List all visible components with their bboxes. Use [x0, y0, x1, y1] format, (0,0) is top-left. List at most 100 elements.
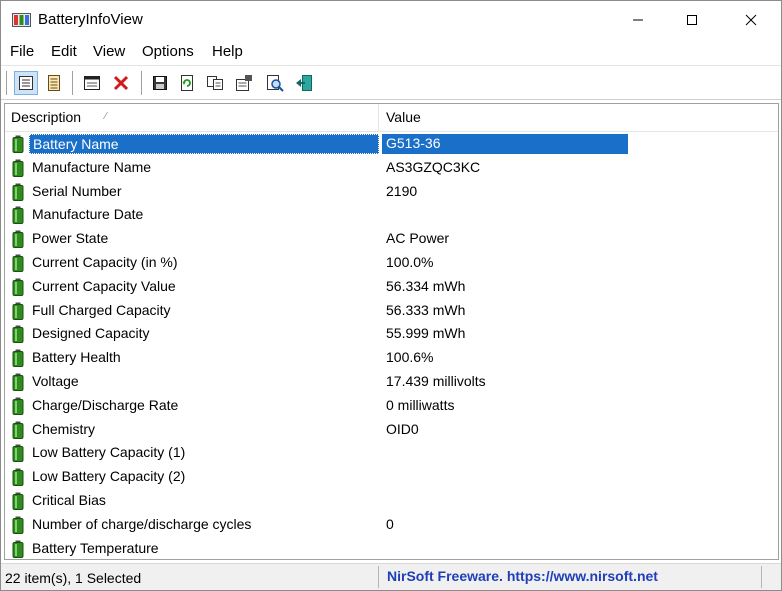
- row-value: 55.999 mWh: [386, 325, 466, 342]
- list-row[interactable]: Manufacture Date: [5, 203, 778, 227]
- battery-icon: [12, 254, 24, 272]
- row-value: OID0: [386, 420, 419, 437]
- delete-button[interactable]: [109, 71, 133, 95]
- column-header-description[interactable]: Description: [11, 109, 81, 125]
- menu-file[interactable]: File: [10, 43, 34, 60]
- row-value: [382, 539, 390, 559]
- battery-icon: [12, 444, 24, 463]
- menu-help[interactable]: Help: [212, 43, 243, 60]
- battery-icon: [12, 302, 24, 320]
- list-row[interactable]: Designed Capacity 55.999 mWh: [5, 322, 778, 346]
- vertical-scrollbar[interactable]: [770, 104, 778, 559]
- row-description: Number of charge/discharge cycles: [32, 515, 252, 532]
- row-value: 17.439 millivolts: [386, 372, 486, 389]
- row-description: Manufacture Date: [32, 206, 144, 223]
- exit-button[interactable]: [292, 71, 316, 95]
- maximize-button[interactable]: [669, 1, 715, 39]
- battery-icon: [12, 492, 24, 510]
- row-description: Designed Capacity: [32, 325, 150, 342]
- battery-icon: [12, 183, 24, 201]
- menu-view[interactable]: View: [93, 43, 125, 60]
- row-description: Voltage: [32, 372, 79, 389]
- close-icon: [745, 14, 757, 26]
- status-divider: [761, 566, 762, 588]
- row-description: Battery Health: [32, 349, 121, 366]
- list-row[interactable]: Serial Number 2190: [5, 180, 778, 204]
- list-view-button[interactable]: [42, 71, 66, 95]
- row-value: [382, 467, 390, 487]
- properties-button[interactable]: [232, 71, 256, 95]
- row-description: Current Capacity (in %): [32, 253, 178, 270]
- list-row[interactable]: Charge/Discharge Rate 0 milliwatts: [5, 394, 778, 418]
- copy-button[interactable]: [203, 71, 227, 95]
- toolbar-separator: [141, 71, 142, 95]
- battery-icon: [12, 206, 24, 225]
- refresh-button[interactable]: [175, 71, 199, 95]
- row-value: 0 milliwatts: [386, 396, 455, 413]
- close-button[interactable]: [728, 1, 774, 39]
- copy-icon: [207, 76, 223, 90]
- row-description: Low Battery Capacity (2): [32, 468, 186, 485]
- battery-icon: [12, 135, 24, 153]
- delete-x-icon: [113, 75, 129, 91]
- list-row[interactable]: Number of charge/discharge cycles 0: [5, 513, 778, 537]
- row-value: AS3GZQC3KC: [386, 158, 481, 175]
- toolbar-separator: [6, 71, 7, 95]
- status-item-count: 22 item(s), 1 Selected: [5, 570, 142, 586]
- list-row[interactable]: Full Charged Capacity 56.333 mWh: [5, 299, 778, 323]
- row-description: Battery Temperature: [32, 539, 159, 556]
- list-row[interactable]: Critical Bias: [5, 489, 778, 513]
- list-row[interactable]: Battery Health 100.6%: [5, 346, 778, 370]
- minimize-button[interactable]: [615, 1, 661, 39]
- row-value: 100.6%: [386, 349, 434, 366]
- battery-icon: [12, 230, 24, 249]
- row-description: Serial Number: [32, 182, 122, 199]
- row-value: [382, 491, 390, 511]
- row-description: Low Battery Capacity (1): [32, 444, 186, 461]
- menu-bar: File Edit View Options Help: [1, 39, 781, 65]
- list-row[interactable]: Low Battery Capacity (1): [5, 441, 778, 465]
- find-icon: [267, 75, 284, 92]
- list-row[interactable]: Chemistry OID0: [5, 418, 778, 442]
- list-row[interactable]: Current Capacity (in %) 100.0%: [5, 251, 778, 275]
- battery-icon: [12, 468, 24, 487]
- column-header-value[interactable]: Value: [386, 109, 421, 125]
- list-row[interactable]: Voltage 17.439 millivolts: [5, 370, 778, 394]
- details-view-icon: [19, 76, 33, 90]
- row-description: Critical Bias: [32, 491, 106, 508]
- list-row[interactable]: Power State AC Power: [5, 227, 778, 251]
- window-properties-icon: [84, 76, 100, 90]
- row-value: [382, 205, 390, 225]
- save-button[interactable]: [148, 71, 172, 95]
- row-value: 0: [386, 515, 394, 532]
- list-rows: Battery Name G513-36 Manufacture Name AS3GZ…: [5, 132, 778, 559]
- find-button[interactable]: [263, 71, 287, 95]
- list-row[interactable]: Manufacture Name AS3GZQC3KC: [5, 156, 778, 180]
- window-title: BatteryInfoView: [38, 11, 143, 28]
- exit-door-icon: [296, 75, 312, 91]
- toolbar: [1, 65, 781, 100]
- status-bar: 22 item(s), 1 Selected NirSoft Freeware.…: [1, 563, 781, 590]
- battery-icon: [12, 540, 24, 558]
- title-bar[interactable]: BatteryInfoView: [1, 1, 781, 39]
- list-row[interactable]: Current Capacity Value 56.334 mWh: [5, 275, 778, 299]
- app-battery-icon: [12, 13, 31, 27]
- battery-info-list[interactable]: Description ⁄ Value Battery Name G513-36 M…: [4, 103, 779, 560]
- battery-icon: [12, 397, 24, 415]
- save-floppy-icon: [153, 76, 167, 90]
- nirsoft-link[interactable]: NirSoft Freeware. https://www.nirsoft.ne…: [387, 568, 658, 584]
- row-value: [382, 443, 390, 463]
- row-value: 2190: [386, 182, 418, 199]
- list-row[interactable]: Battery Temperature: [5, 537, 778, 559]
- menu-edit[interactable]: Edit: [51, 43, 77, 60]
- column-divider[interactable]: [378, 104, 379, 132]
- list-row[interactable]: Low Battery Capacity (2): [5, 465, 778, 489]
- list-row[interactable]: Battery Name G513-36: [5, 132, 778, 156]
- row-description: Full Charged Capacity: [32, 301, 171, 318]
- window-properties-button[interactable]: [80, 71, 104, 95]
- details-view-button[interactable]: [14, 71, 38, 95]
- menu-options[interactable]: Options: [142, 43, 194, 60]
- refresh-icon: [181, 75, 193, 91]
- battery-icon: [12, 373, 24, 391]
- row-value: AC Power: [386, 230, 450, 247]
